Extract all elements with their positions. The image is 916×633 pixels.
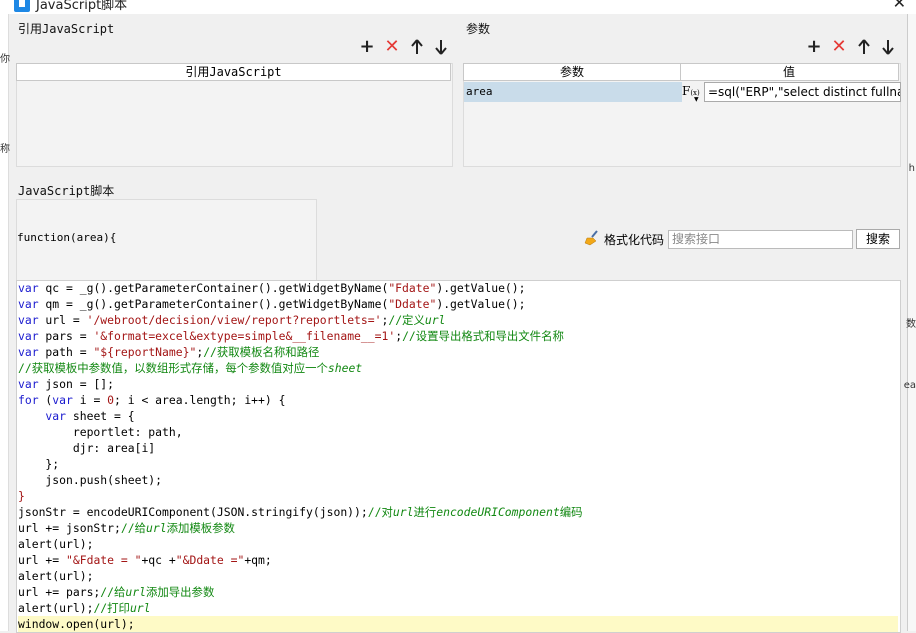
code-line: } <box>18 489 25 503</box>
param-column-header[interactable]: 参数 <box>464 64 681 80</box>
script-label: JavaScript脚本 <box>18 184 115 198</box>
move-up-ref-button[interactable] <box>407 37 427 57</box>
arrow-down-icon <box>435 40 447 55</box>
chevron-down-icon[interactable]: ▼ <box>694 96 699 103</box>
title-bar: JavaScript脚本 ✕ <box>0 0 916 14</box>
code-line: alert(url);//打印url <box>18 601 151 615</box>
move-down-ref-button[interactable] <box>431 37 451 57</box>
code-line: }; <box>18 457 60 471</box>
code-line: var qm = _g().getParameterContainer().ge… <box>18 297 526 311</box>
broom-icon <box>584 230 600 251</box>
code-line: alert(url); <box>18 569 94 583</box>
code-line: var qc = _g().getParameterContainer().ge… <box>18 281 526 295</box>
code-line: url += pars;//给url添加导出参数 <box>18 585 215 599</box>
code-line: json.push(sheet); <box>18 473 163 487</box>
background-window-left <box>0 14 9 631</box>
arrow-up-icon <box>411 39 423 54</box>
code-line: djr: area[i] <box>18 441 156 455</box>
background-text: h <box>908 163 915 174</box>
code-line: alert(url); <box>18 537 94 551</box>
formula-button[interactable]: F(x) <box>682 82 702 102</box>
app-icon <box>14 0 30 12</box>
add-param-button[interactable]: + <box>804 37 824 57</box>
background-text: 你 <box>0 54 10 65</box>
param-name-cell[interactable]: area <box>464 82 682 102</box>
params-label: 参数 <box>466 22 491 36</box>
code-line: var sheet = { <box>18 409 135 423</box>
params-table-header: 参数 值 <box>463 63 899 81</box>
background-text: 数 <box>906 319 916 330</box>
add-ref-button[interactable]: + <box>357 37 377 57</box>
ref-js-column-header[interactable]: 引用JavaScript <box>16 63 451 81</box>
value-column-header[interactable]: 值 <box>681 64 897 80</box>
param-value-input[interactable]: =sql("ERP","select distinct fullnam <box>704 82 901 102</box>
window-title: JavaScript脚本 <box>36 0 128 13</box>
arrow-down-icon <box>882 40 894 55</box>
code-line: reportlet: path, <box>18 425 183 439</box>
code-line: //获取模板中参数值，以数组形式存储，每个参数值对应一个sheet <box>18 361 363 375</box>
code-editor[interactable]: var qc = _g().getParameterContainer().ge… <box>16 280 901 633</box>
delete-ref-button[interactable]: ✕ <box>382 37 402 57</box>
code-line: var path = "${reportName}";//获取模板名称和路径 <box>18 345 320 359</box>
code-line: var url = '/webroot/decision/view/report… <box>18 313 446 327</box>
move-down-param-button[interactable] <box>878 37 898 57</box>
code-line: jsonStr = encodeURIComponent(JSON.string… <box>18 505 583 519</box>
code-line: for (var i = 0; i < area.length; i++) { <box>18 393 286 407</box>
background-text: 称 <box>0 144 10 155</box>
delete-param-button[interactable]: ✕ <box>829 37 849 57</box>
code-line: url += jsonStr;//给url添加模板参数 <box>18 521 235 535</box>
ref-js-label: 引用JavaScript <box>18 22 115 36</box>
param-row[interactable]: area F(x) ▼ =sql("ERP","select distinct … <box>464 82 901 103</box>
function-signature: function(area){ <box>17 231 117 244</box>
code-line: url += "&Fdate = "+qc +"&Ddate ="+qm; <box>18 553 272 567</box>
code-line: var json = []; <box>18 377 115 391</box>
search-button[interactable]: 搜索 <box>856 229 900 249</box>
move-up-param-button[interactable] <box>854 37 874 57</box>
arrow-up-icon <box>858 39 870 54</box>
code-line-current: window.open(url); <box>18 616 898 632</box>
code-line: var pars = '&format=excel&extype=simple&… <box>18 329 564 343</box>
format-code-label: 格式化代码 <box>604 233 665 247</box>
background-text: ea <box>903 380 916 391</box>
format-code-button[interactable]: 格式化代码 <box>584 230 664 248</box>
close-icon[interactable]: ✕ <box>893 0 906 12</box>
search-api-input[interactable]: 搜索接口 <box>668 230 853 249</box>
